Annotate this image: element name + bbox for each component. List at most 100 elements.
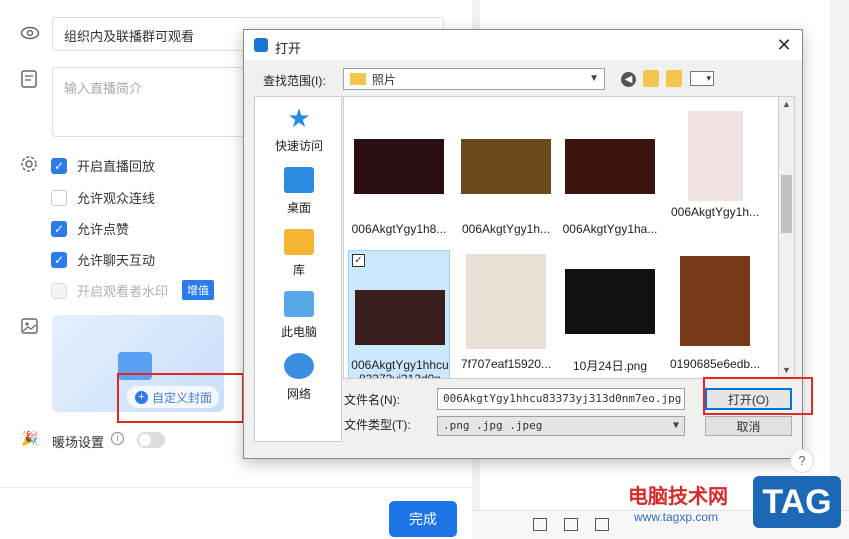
watermark-url: www.tagxp.com bbox=[634, 510, 719, 524]
option-label: 开启直播回放 bbox=[77, 159, 156, 174]
file-thumbnail bbox=[354, 138, 444, 194]
file-item[interactable]: 006AkgtYgy1h... bbox=[664, 105, 766, 235]
file-item[interactable]: 006AkgtYgy1h... bbox=[455, 115, 557, 245]
places-sidebar: ★ 快速访问 桌面 库 此电脑 网络 bbox=[254, 96, 342, 442]
look-in-label: 查找范围(I): bbox=[263, 74, 326, 88]
file-list-scrollbar[interactable]: ▲ ▼ bbox=[778, 96, 795, 379]
option-audience-link[interactable]: 允许观众连线 bbox=[51, 188, 155, 207]
network-icon bbox=[284, 353, 314, 379]
file-name: 10月24日.png bbox=[572, 359, 648, 373]
filetype-value: .png .jpg .jpeg bbox=[443, 419, 543, 432]
option-chat[interactable]: ✓ 允许聊天互动 bbox=[51, 250, 155, 269]
checkbox-watermark bbox=[51, 282, 67, 299]
gear-icon bbox=[20, 155, 38, 176]
file-item-selected[interactable]: ✓ 006AkgtYgy1hhcu83373yj313d0n bbox=[348, 250, 450, 379]
grid-view-icon[interactable] bbox=[533, 518, 547, 531]
place-label: 库 bbox=[292, 263, 305, 277]
done-button[interactable]: 完成 bbox=[389, 501, 457, 537]
file-thumbnail bbox=[461, 138, 551, 194]
file-thumbnail bbox=[355, 289, 445, 345]
image-icon bbox=[21, 318, 38, 337]
file-name: 006AkgtYgy1h... bbox=[461, 222, 551, 236]
back-icon[interactable]: ◀ bbox=[621, 72, 636, 87]
library-icon bbox=[284, 229, 314, 255]
filetype-label: 文件类型(T): bbox=[344, 418, 411, 432]
file-name: 006AkgtYgy1ha... bbox=[562, 222, 658, 236]
up-folder-icon[interactable] bbox=[643, 70, 659, 87]
checkbox-chat[interactable]: ✓ bbox=[51, 251, 67, 268]
scroll-down-icon[interactable]: ▼ bbox=[782, 365, 791, 375]
columns-view-icon[interactable] bbox=[564, 518, 578, 531]
look-in-dropdown[interactable]: 照片 ▼ bbox=[343, 68, 605, 90]
party-icon: 🎉 bbox=[21, 430, 39, 446]
filename-input[interactable]: 006AkgtYgy1hhcu83373yj313d0nm7eo.jpg bbox=[437, 388, 685, 410]
chevron-down-icon: ▼ bbox=[672, 420, 679, 431]
file-list: 006AkgtYgy1h8... 006AkgtYgy1h... 006Akgt… bbox=[343, 96, 778, 379]
place-this-pc[interactable]: 此电脑 bbox=[255, 291, 343, 340]
option-label: 允许聊天互动 bbox=[77, 253, 156, 268]
file-item[interactable]: 006AkgtYgy1ha... bbox=[559, 115, 661, 245]
highlight-box-cover bbox=[117, 373, 244, 423]
dialog-titlebar: 打开 ✕ bbox=[244, 30, 802, 60]
watermark-tag-logo: TAG bbox=[753, 476, 841, 528]
desktop-icon bbox=[284, 167, 314, 193]
file-item[interactable]: 006AkgtYgy1h8... bbox=[348, 115, 450, 245]
warmup-label: 暖场设置 bbox=[52, 435, 105, 450]
place-label: 快速访问 bbox=[274, 139, 323, 153]
option-label: 开启观看者水印 bbox=[77, 284, 169, 299]
file-thumbnail bbox=[565, 268, 655, 334]
dialog-title: 打开 bbox=[275, 41, 302, 56]
file-name: 006AkgtYgy1h... bbox=[670, 205, 760, 219]
star-icon: ★ bbox=[287, 103, 311, 133]
checkbox-likes[interactable]: ✓ bbox=[51, 220, 67, 237]
highlight-box-open bbox=[703, 377, 813, 415]
place-label: 此电脑 bbox=[280, 325, 317, 339]
look-in-value: 照片 bbox=[372, 72, 397, 87]
computer-icon bbox=[284, 291, 314, 317]
option-likes[interactable]: ✓ 允许点赞 bbox=[51, 219, 129, 238]
file-thumbnail bbox=[466, 253, 546, 349]
checkbox-replay[interactable]: ✓ bbox=[51, 157, 67, 174]
file-thumbnail bbox=[565, 138, 655, 194]
view-menu-icon[interactable]: ▾ bbox=[690, 71, 714, 86]
filetype-dropdown[interactable]: .png .jpg .jpeg ▼ bbox=[437, 416, 685, 436]
warmup-toggle[interactable] bbox=[137, 432, 165, 448]
app-icon bbox=[254, 38, 268, 52]
folder-icon bbox=[350, 73, 366, 85]
option-label: 允许观众连线 bbox=[77, 191, 156, 206]
document-icon bbox=[21, 70, 37, 91]
place-label: 桌面 bbox=[286, 201, 311, 215]
option-replay[interactable]: ✓ 开启直播回放 bbox=[51, 156, 155, 175]
filename-label: 文件名(N): bbox=[344, 393, 400, 407]
place-network[interactable]: 网络 bbox=[255, 353, 343, 402]
place-desktop[interactable]: 桌面 bbox=[255, 167, 343, 216]
info-icon[interactable]: i bbox=[111, 432, 124, 445]
file-name: 006AkgtYgy1h8... bbox=[351, 222, 447, 236]
divider bbox=[0, 487, 472, 488]
file-item[interactable]: 0190685e6edb... bbox=[664, 250, 766, 378]
place-label: 网络 bbox=[286, 387, 311, 401]
option-label: 允许点赞 bbox=[77, 222, 130, 237]
help-icon[interactable]: ? bbox=[790, 449, 814, 473]
checkbox-audience-link[interactable] bbox=[51, 189, 67, 206]
file-item[interactable]: 10月24日.png bbox=[559, 250, 661, 378]
file-thumbnail bbox=[680, 256, 750, 346]
premium-badge: 增值 bbox=[182, 280, 214, 300]
file-name: 7f707eaf15920... bbox=[460, 357, 552, 371]
cancel-button[interactable]: 取消 bbox=[705, 416, 792, 436]
place-library[interactable]: 库 bbox=[255, 229, 343, 278]
option-watermark: 开启观看者水印 bbox=[51, 281, 168, 300]
place-quick-access[interactable]: ★ 快速访问 bbox=[255, 105, 343, 154]
panel-view-icon[interactable] bbox=[595, 518, 609, 531]
file-name: 006AkgtYgy1hhcu83373yj313d0n bbox=[351, 358, 449, 379]
close-icon[interactable]: ✕ bbox=[773, 34, 795, 56]
scroll-up-icon[interactable]: ▲ bbox=[782, 99, 791, 109]
file-thumbnail bbox=[687, 111, 743, 201]
watermark-site-name: 电脑技术网 bbox=[628, 486, 728, 508]
scrollbar-thumb[interactable] bbox=[781, 175, 792, 233]
file-name: 0190685e6edb... bbox=[669, 357, 761, 371]
new-folder-icon[interactable] bbox=[666, 70, 682, 87]
file-item[interactable]: 7f707eaf15920... bbox=[455, 250, 557, 378]
chevron-down-icon: ▼ bbox=[589, 73, 599, 84]
eye-icon bbox=[20, 24, 40, 45]
